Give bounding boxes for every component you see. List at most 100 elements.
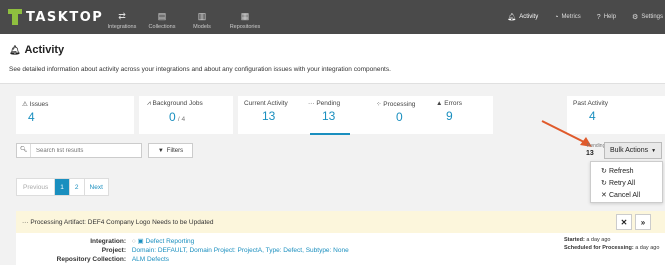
bulk-actions-label: Bulk Actions [609, 147, 649, 154]
activity-row-title: ··· Processing Artifact: DEF4 Company Lo… [22, 219, 214, 226]
refresh-icon: ↻ [601, 168, 607, 175]
collections-icon: ▤ [157, 11, 167, 21]
errors-count: 9 [446, 109, 453, 123]
nav-repositories[interactable]: ▦ Repositories [222, 0, 268, 34]
background-jobs-label: ⩘ Background Jobs [147, 100, 203, 107]
current-activity-count: 13 [262, 109, 276, 123]
bell-icon: 🔔︎ [9, 44, 21, 55]
bulk-actions-menu: ↻ Refresh ↻ Retry All ✕ Cancel All [590, 161, 663, 203]
retry-icon: ↻ [601, 180, 607, 187]
warning-icon: ⚠ [22, 101, 30, 108]
close-icon: ✕ [620, 217, 628, 227]
top-navbar: TASKTOP ⇄ Integrations ▤ Collections ▥ M… [0, 0, 665, 34]
main-nav: ⇄ Integrations ▤ Collections ▥ Models ▦ … [102, 0, 268, 34]
filters-label: Filters [166, 147, 184, 154]
background-jobs-count: 0 / 4 [169, 110, 186, 124]
processing-count: 0 [396, 110, 403, 124]
integrations-icon: ⇄ [118, 11, 126, 21]
right-nav: 🔔︎ Activity ◔ Metrics ? Help ⚙ Settings [507, 0, 665, 34]
close-icon: ✕ [601, 192, 607, 199]
page-header: 🔔︎ Activity See detailed information abo… [0, 34, 665, 84]
nav-collections[interactable]: ▤ Collections [142, 0, 182, 34]
metrics-icon: ◔ [554, 13, 559, 21]
project-value[interactable]: Domain: DEFAULT, Domain Project: Project… [132, 247, 349, 254]
page-title-text: Activity [24, 44, 65, 56]
menu-item-label: Retry All [609, 179, 636, 187]
search-box: 🔍︎ [16, 143, 142, 158]
menu-item-label: Refresh [609, 167, 634, 175]
help-icon: ? [596, 13, 601, 21]
nav-metrics[interactable]: ◔ Metrics [554, 14, 581, 21]
integration-value[interactable]: ○ ▣ Defect Reporting [132, 238, 194, 245]
bulk-actions-button[interactable]: Bulk Actions ▼ [604, 142, 662, 159]
pagination-page-2[interactable]: 2 [70, 179, 85, 195]
background-jobs-card[interactable]: ⩘ Background Jobs 0 / 4 [139, 96, 233, 134]
search-input[interactable] [31, 147, 131, 154]
errors-label: ▲ Errors [436, 100, 462, 107]
page-subtitle: See detailed information about activity … [9, 66, 391, 73]
started-label: Started: [564, 237, 585, 243]
list-toolbar: 🔍︎ ▼ Filters Pending 13 Bulk Actions ▼ [0, 140, 665, 162]
issues-count: 4 [28, 110, 35, 124]
integration-row: Integration: ○ ▣ Defect Reporting [16, 238, 194, 246]
processing-label: ⁘ Processing [376, 101, 416, 108]
expand-button[interactable]: » [635, 214, 651, 230]
issues-card[interactable]: ⚠ Issues 4 [16, 96, 134, 134]
repo-value[interactable]: ALM Defects [132, 256, 169, 263]
search-icon[interactable]: 🔍︎ [17, 144, 31, 157]
pending-selected-indicator [310, 133, 350, 135]
integration-type-icon: ▣ [137, 238, 146, 245]
result-count: 13 [586, 150, 594, 157]
nav-label: Models [193, 24, 211, 30]
past-activity-label: Past Activity [573, 100, 609, 107]
menu-item-cancel-all[interactable]: ✕ Cancel All [591, 189, 662, 201]
tasktop-logo[interactable]: TASKTOP [8, 8, 103, 26]
result-count-label: Pending [587, 143, 606, 149]
nav-integrations[interactable]: ⇄ Integrations [102, 0, 142, 34]
timing-info: Started: a day ago Scheduled for Process… [564, 237, 664, 252]
current-activity-label: Current Activity [244, 100, 288, 107]
nav-label: Settings [641, 14, 663, 20]
nav-label: Help [603, 14, 617, 20]
nav-activity[interactable]: 🔔︎ Activity [507, 13, 538, 21]
issues-label: ⚠ Issues [22, 101, 49, 108]
caret-down-icon: ▼ [651, 147, 657, 154]
repo-row: Repository Collection: ALM Defects [16, 256, 169, 264]
nav-models[interactable]: ▥ Models [182, 0, 222, 34]
integration-label: Integration: [90, 238, 126, 245]
activity-details: Integration: ○ ▣ Defect Reporting Projec… [16, 233, 665, 265]
nav-label: Repositories [229, 24, 261, 30]
pending-stat[interactable]: ··· Pending 13 [308, 100, 340, 123]
pending-count: 13 [322, 109, 336, 123]
double-chevron-right-icon: » [640, 217, 646, 227]
pagination-page-1[interactable]: 1 [55, 179, 70, 195]
menu-item-retry-all[interactable]: ↻ Retry All [591, 177, 662, 189]
bell-icon: 🔔︎ [507, 14, 517, 21]
activity-row-header[interactable]: ··· Processing Artifact: DEF4 Company Lo… [16, 211, 665, 233]
scheduled-label: Scheduled for Processing: [564, 244, 634, 251]
models-icon: ▥ [197, 11, 207, 21]
started-value: a day ago [586, 237, 611, 243]
page-title: 🔔︎ Activity [9, 44, 64, 56]
nav-settings[interactable]: ⚙ Settings [632, 13, 663, 21]
nav-label: Collections [148, 24, 176, 30]
pagination-previous[interactable]: Previous [17, 179, 56, 195]
nav-label: Integrations [107, 24, 137, 30]
nav-label: Metrics [561, 14, 581, 20]
project-row: Project: Domain: DEFAULT, Domain Project… [16, 247, 349, 255]
repositories-icon: ▦ [240, 11, 250, 21]
scheduled-value: a day ago [635, 244, 660, 251]
filters-button[interactable]: ▼ Filters [148, 143, 193, 158]
nav-help[interactable]: ? Help [597, 14, 616, 21]
current-activity-card[interactable]: Current Activity 13 [238, 96, 298, 134]
logo-text: TASKTOP [26, 9, 104, 25]
pagination: Previous 1 2 Next [16, 178, 109, 196]
pending-label: ··· Pending [308, 100, 341, 107]
cancel-button[interactable]: ✕ [616, 214, 632, 230]
logo-mark-icon [8, 9, 22, 25]
errors-stat[interactable]: ▲ Errors 9 [436, 100, 462, 123]
menu-item-refresh[interactable]: ↻ Refresh [591, 165, 662, 177]
error-icon: ▲ [436, 100, 445, 107]
pagination-next[interactable]: Next [85, 179, 108, 195]
processing-stat[interactable]: ⁘ Processing 0 [376, 100, 415, 124]
